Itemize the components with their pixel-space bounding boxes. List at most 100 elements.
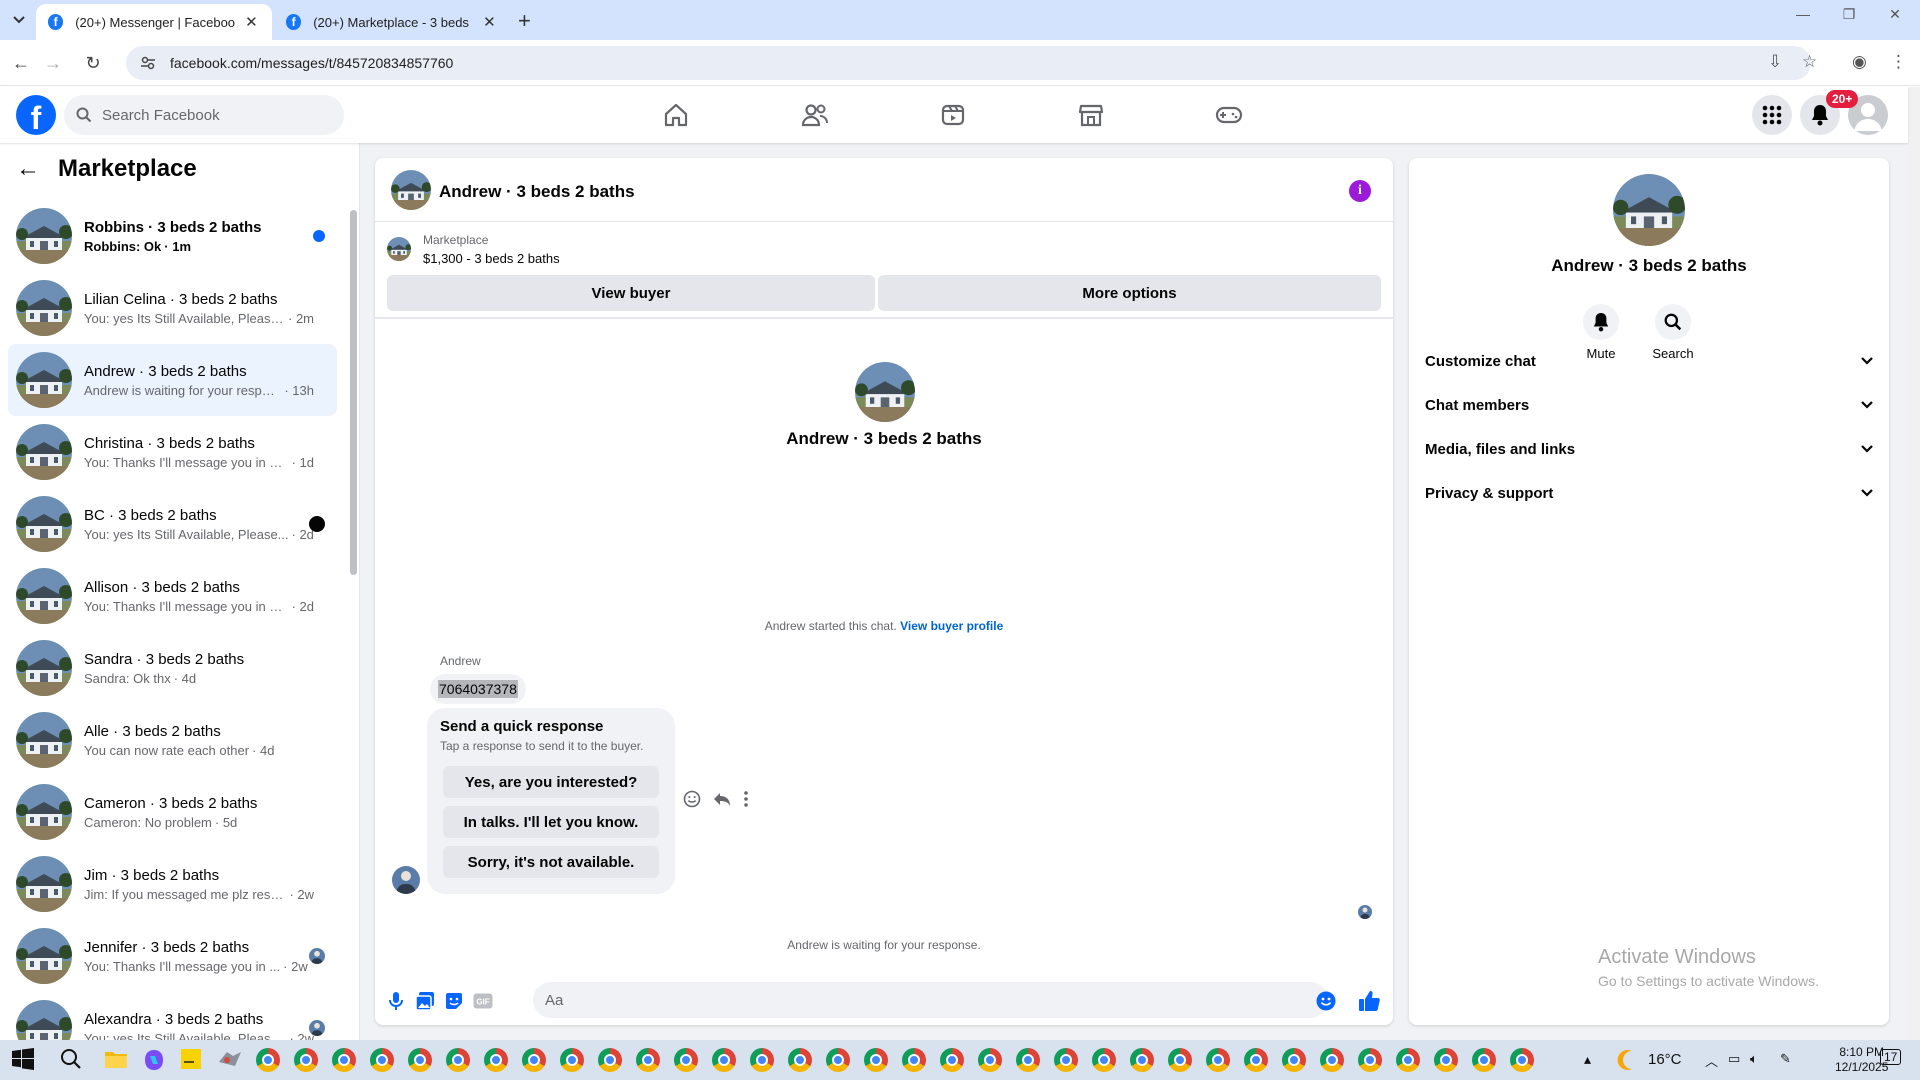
- chrome-window-button[interactable]: [826, 1048, 850, 1072]
- forward-button[interactable]: →: [40, 50, 66, 76]
- message-input[interactable]: Aa: [533, 982, 1328, 1018]
- attach-photo-button[interactable]: [414, 990, 436, 1012]
- pen-icon[interactable]: ✎: [1780, 1051, 1791, 1067]
- media-files-links-row[interactable]: Media, files and links: [1425, 429, 1873, 469]
- back-button[interactable]: ←: [8, 50, 34, 76]
- marketplace-nav-button[interactable]: [1035, 97, 1147, 133]
- conversation-item[interactable]: BC · 3 beds 2 baths You: yes Its Still Av…: [8, 488, 337, 560]
- quick-response-in-talks-button[interactable]: In talks. I'll let you know.: [443, 806, 659, 838]
- tray-overflow-icon[interactable]: ▴: [1584, 1051, 1591, 1068]
- page-scrollbar[interactable]: [1908, 87, 1920, 1060]
- chrome-window-button[interactable]: [1244, 1048, 1268, 1072]
- site-info-icon[interactable]: [140, 55, 156, 71]
- chrome-window-button[interactable]: [446, 1048, 470, 1072]
- browser-menu-icon[interactable]: ⋮: [1890, 52, 1907, 72]
- chrome-window-button[interactable]: [750, 1048, 774, 1072]
- emoji-picker-button[interactable]: [1315, 990, 1337, 1012]
- search-in-chat-button[interactable]: [1655, 304, 1691, 340]
- search-facebook-input[interactable]: Search Facebook: [64, 95, 344, 135]
- file-explorer-button[interactable]: [104, 1048, 128, 1072]
- quick-response-not-available-button[interactable]: Sorry, it's not available.: [443, 846, 659, 878]
- conversation-item[interactable]: Robbins · 3 beds 2 baths Robbins: Ok · 1m: [8, 200, 337, 272]
- conversation-item[interactable]: Cameron · 3 beds 2 baths Cameron: No prob…: [8, 776, 337, 848]
- network-icon[interactable]: ▭: [1728, 1051, 1740, 1067]
- customize-chat-row[interactable]: Customize chat: [1425, 341, 1873, 381]
- chrome-window-button[interactable]: [1092, 1048, 1116, 1072]
- chrome-window-button[interactable]: [1396, 1048, 1420, 1072]
- chrome-window-button[interactable]: [1130, 1048, 1154, 1072]
- chevron-up-icon[interactable]: ︿: [1705, 1051, 1718, 1070]
- chrome-window-button[interactable]: [1282, 1048, 1306, 1072]
- conversation-item[interactable]: Lilian Celina · 3 beds 2 baths You: yes I…: [8, 272, 337, 344]
- sticky-notes-button[interactable]: [180, 1048, 204, 1072]
- conversation-item[interactable]: Jim · 3 beds 2 baths Jim: If you messaged…: [8, 848, 337, 920]
- chrome-window-button[interactable]: [370, 1048, 394, 1072]
- start-button[interactable]: [12, 1048, 36, 1072]
- chrome-window-button[interactable]: [1358, 1048, 1382, 1072]
- video-nav-button[interactable]: [897, 97, 1009, 133]
- chrome-window-button[interactable]: [636, 1048, 660, 1072]
- chrome-window-button[interactable]: [560, 1048, 584, 1072]
- conversation-item[interactable]: Andrew · 3 beds 2 baths Andrew is waiting…: [8, 344, 337, 416]
- minimize-button[interactable]: —: [1780, 6, 1826, 22]
- chrome-window-button[interactable]: [522, 1048, 546, 1072]
- chat-avatar[interactable]: [391, 170, 431, 210]
- close-tab-icon[interactable]: ✕: [481, 13, 498, 31]
- more-vertical-icon[interactable]: [743, 790, 749, 808]
- weather-widget[interactable]: [1616, 1048, 1640, 1072]
- notification-center-badge[interactable]: 17: [1880, 1049, 1902, 1065]
- privacy-support-row[interactable]: Privacy & support: [1425, 473, 1873, 513]
- app-taskbar-button[interactable]: [218, 1048, 242, 1072]
- conversation-item[interactable]: Christina · 3 beds 2 baths You: Thanks I'…: [8, 416, 337, 488]
- chrome-window-button[interactable]: [978, 1048, 1002, 1072]
- chrome-window-button[interactable]: [256, 1048, 280, 1072]
- close-window-button[interactable]: ✕: [1872, 6, 1918, 23]
- conversation-item[interactable]: Sandra · 3 beds 2 baths Sandra: Ok thx · 4…: [8, 632, 337, 704]
- chrome-window-button[interactable]: [1206, 1048, 1230, 1072]
- chrome-window-button[interactable]: [1016, 1048, 1040, 1072]
- view-buyer-profile-link[interactable]: View buyer profile: [900, 619, 1003, 633]
- chrome-window-button[interactable]: [1054, 1048, 1078, 1072]
- chat-members-row[interactable]: Chat members: [1425, 385, 1873, 425]
- send-like-button[interactable]: [1358, 990, 1380, 1012]
- sticker-button[interactable]: [443, 990, 465, 1012]
- chrome-window-button[interactable]: [1168, 1048, 1192, 1072]
- chrome-window-button[interactable]: [1320, 1048, 1344, 1072]
- view-buyer-button[interactable]: View buyer: [387, 275, 875, 311]
- gaming-nav-button[interactable]: [1173, 97, 1285, 133]
- tab-marketplace[interactable]: f (20+) Marketplace - 3 beds 2 b ✕: [274, 4, 510, 40]
- chrome-window-button[interactable]: [674, 1048, 698, 1072]
- new-tab-button[interactable]: +: [518, 8, 531, 34]
- sidebar-scrollbar[interactable]: [350, 210, 357, 575]
- bookmark-star-icon[interactable]: ☆: [1802, 52, 1817, 72]
- chrome-window-button[interactable]: [1472, 1048, 1496, 1072]
- install-app-icon[interactable]: ⇩: [1768, 52, 1782, 72]
- copilot-button[interactable]: [142, 1048, 166, 1072]
- chrome-window-button[interactable]: [902, 1048, 926, 1072]
- chrome-window-button[interactable]: [408, 1048, 432, 1072]
- tab-messenger[interactable]: f (20+) Messenger | Facebook ✕: [36, 4, 272, 40]
- voice-clip-button[interactable]: [385, 990, 407, 1012]
- chrome-window-button[interactable]: [940, 1048, 964, 1072]
- chrome-window-button[interactable]: [1434, 1048, 1458, 1072]
- more-options-button[interactable]: More options: [878, 275, 1381, 311]
- conversation-item[interactable]: Alle · 3 beds 2 baths You can now rate ea…: [8, 704, 337, 776]
- profile-icon[interactable]: ◉: [1852, 52, 1867, 72]
- volume-icon[interactable]: 🔈︎: [1750, 1051, 1758, 1067]
- home-nav-button[interactable]: [620, 97, 732, 133]
- mute-button[interactable]: [1583, 304, 1619, 340]
- facebook-logo-icon[interactable]: f: [16, 95, 56, 136]
- address-bar[interactable]: facebook.com/messages/t/845720834857760: [126, 46, 1811, 80]
- chrome-window-button[interactable]: [332, 1048, 356, 1072]
- react-emoji-icon[interactable]: [683, 790, 701, 808]
- restore-button[interactable]: ❐: [1826, 6, 1872, 23]
- chrome-window-button[interactable]: [788, 1048, 812, 1072]
- back-arrow-icon[interactable]: ←: [16, 155, 40, 183]
- chrome-window-button[interactable]: [484, 1048, 508, 1072]
- close-tab-icon[interactable]: ✕: [243, 13, 260, 31]
- reply-icon[interactable]: [713, 790, 731, 808]
- chrome-window-button[interactable]: [1510, 1048, 1534, 1072]
- message-bubble[interactable]: 7064037378: [430, 674, 526, 704]
- chrome-window-button[interactable]: [294, 1048, 318, 1072]
- chat-title[interactable]: Andrew · 3 beds 2 baths: [439, 182, 635, 202]
